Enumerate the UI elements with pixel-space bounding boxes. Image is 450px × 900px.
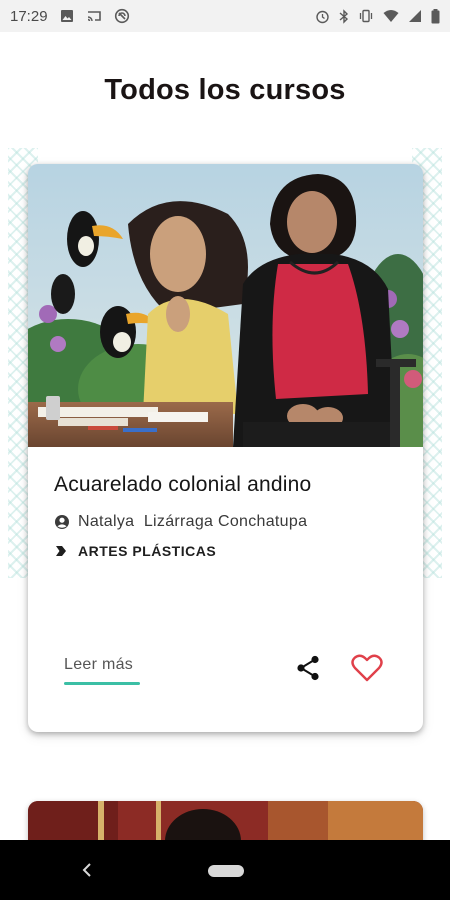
back-icon[interactable] <box>78 860 98 880</box>
author-name: Natalya Lizárraga Conchatupa <box>78 513 308 530</box>
category-label: ARTES PLÁSTICAS <box>78 543 217 559</box>
status-time: 17:29 <box>10 7 48 25</box>
status-bar: 17:29 <box>0 0 450 32</box>
wifi-icon <box>383 9 399 23</box>
share-button[interactable] <box>292 654 324 686</box>
user-icon <box>54 514 70 530</box>
system-nav-bar <box>0 840 450 900</box>
bluetooth-icon <box>339 8 349 24</box>
category-row: ARTES PLÁSTICAS <box>54 543 397 559</box>
author-row: Natalya Lizárraga Conchatupa <box>54 513 397 531</box>
share-icon <box>296 655 320 686</box>
course-image[interactable] <box>28 164 423 447</box>
alarm-icon <box>315 9 330 24</box>
heart-icon <box>351 654 383 687</box>
sync-icon <box>114 8 130 24</box>
home-pill[interactable] <box>208 865 244 877</box>
course-card[interactable]: Acuarelado colonial andino Natalya Lizár… <box>28 164 423 732</box>
tag-icon <box>54 544 68 558</box>
signal-icon <box>408 9 422 23</box>
read-more-underline <box>64 682 140 685</box>
cast-icon <box>86 9 102 23</box>
image-icon <box>60 9 74 23</box>
page-title: Todos los cursos <box>104 74 346 106</box>
card-footer: Leer más <box>28 642 423 732</box>
favorite-button[interactable] <box>349 654 385 686</box>
read-more-link[interactable]: Leer más <box>64 656 133 674</box>
course-title[interactable]: Acuarelado colonial andino <box>54 473 397 497</box>
vibrate-icon <box>358 9 374 23</box>
battery-icon <box>431 8 440 24</box>
